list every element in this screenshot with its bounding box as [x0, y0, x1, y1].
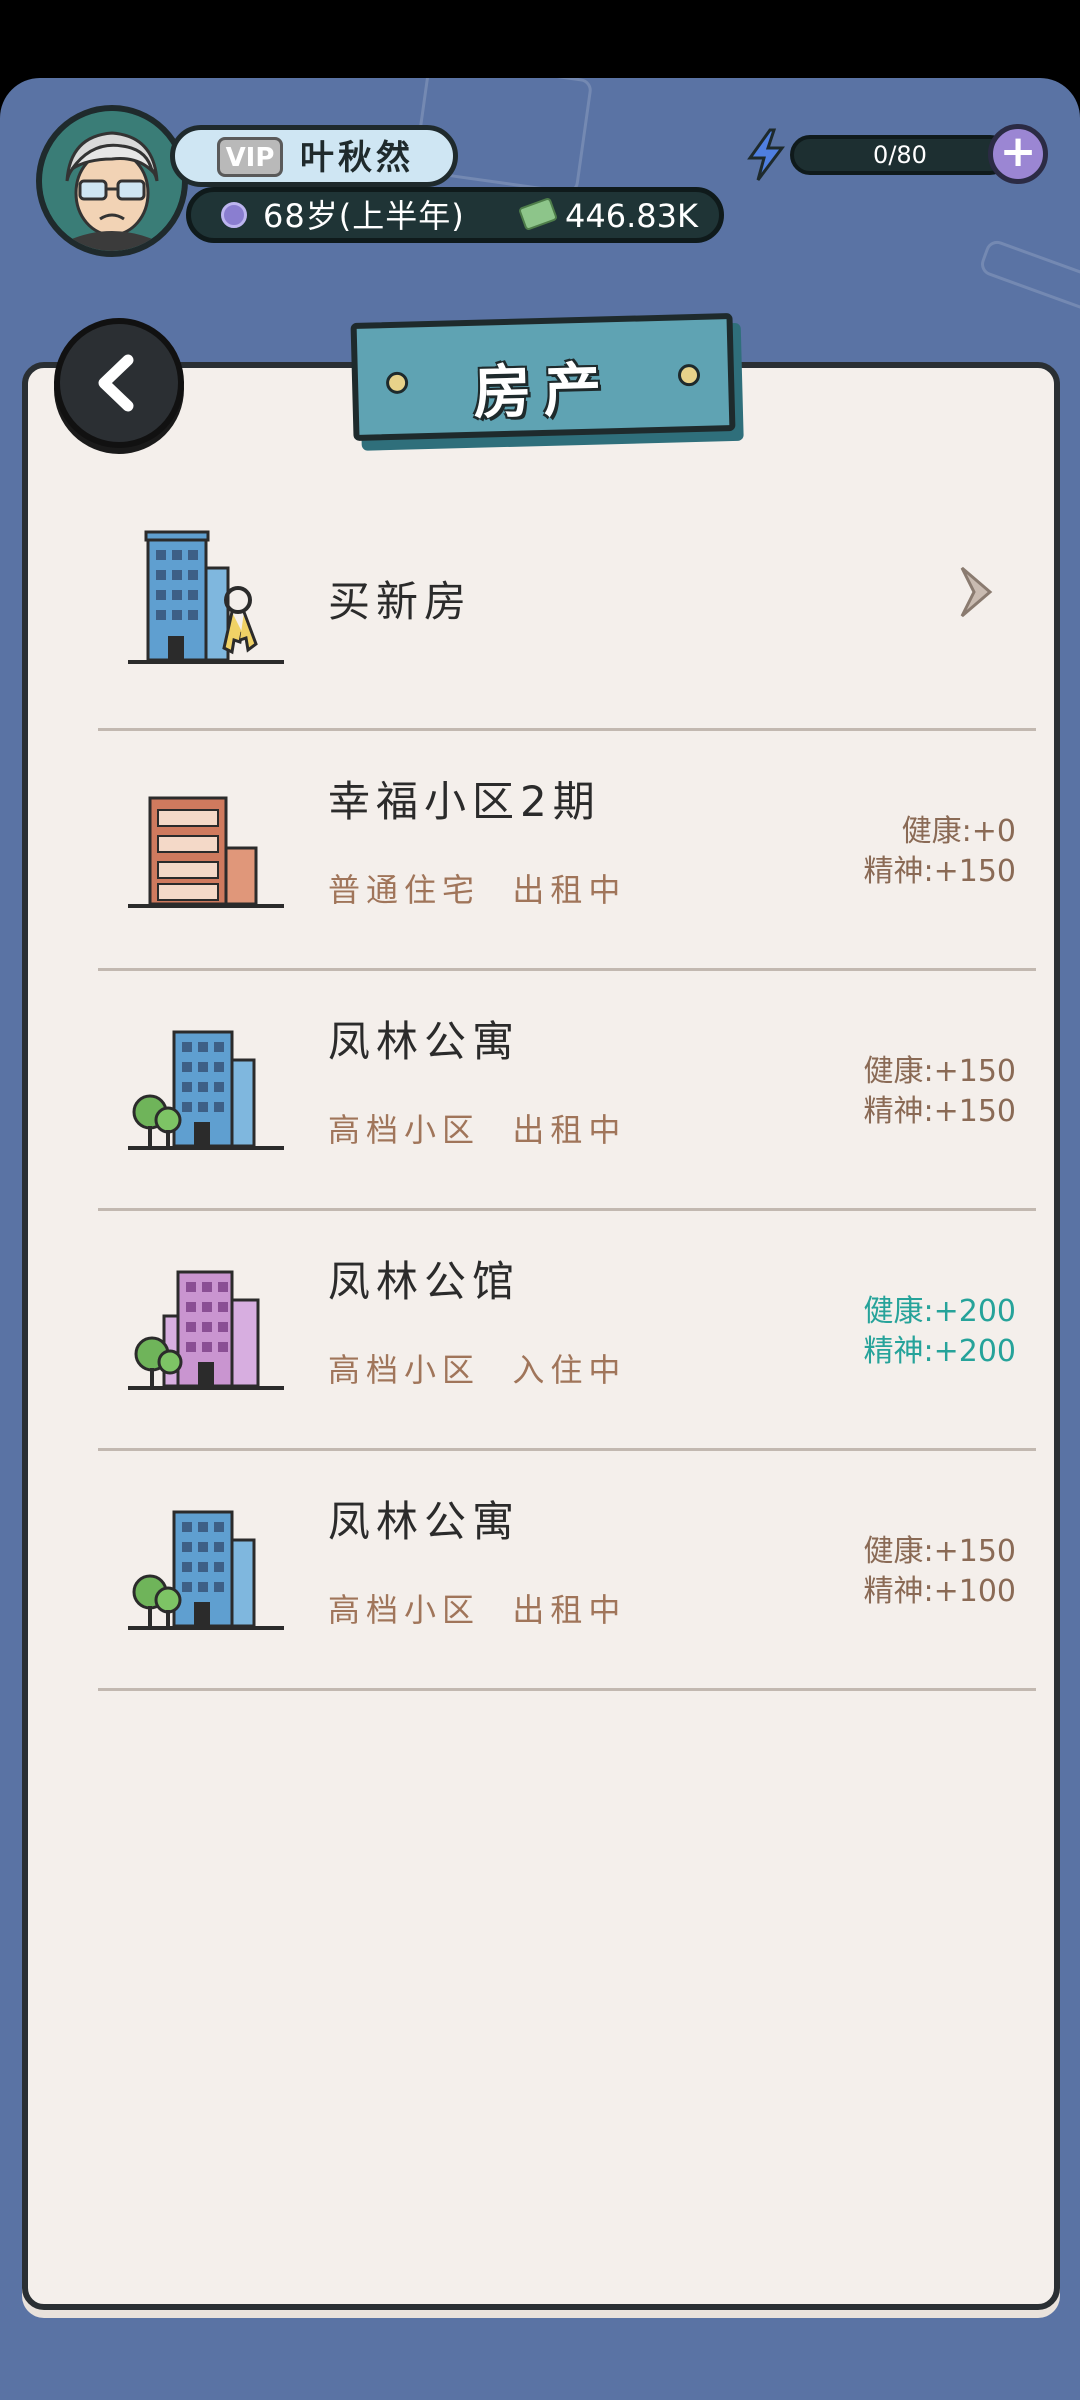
- property-row[interactable]: 凤林公馆 高档小区 入住中 健康:+200 精神:+200: [98, 1208, 1036, 1451]
- page-title: 房产: [472, 355, 615, 427]
- spirit-bonus: 精神:+150: [863, 1094, 1016, 1129]
- add-energy-button[interactable]: +: [988, 124, 1048, 184]
- title-banner: 房产: [350, 313, 736, 441]
- player-age: 68岁(上半年): [263, 197, 465, 235]
- property-row[interactable]: 凤林公寓 高档小区 出租中 健康:+150 精神:+100: [98, 1448, 1036, 1691]
- property-name: 凤林公寓: [328, 1017, 521, 1066]
- player-name-pill[interactable]: VIP 叶秋然: [170, 125, 458, 187]
- player-name: 叶秋然: [300, 138, 414, 178]
- property-status: 出租中: [512, 871, 627, 909]
- spirit-bonus: 精神:+150: [863, 854, 1016, 889]
- tower-with-tree-icon: [128, 1510, 284, 1630]
- spirit-bonus: 精神:+200: [863, 1334, 1016, 1369]
- mansion-with-tree-icon: [128, 1270, 284, 1390]
- cash-icon: [517, 196, 559, 232]
- chevron-right-icon: [960, 566, 993, 618]
- property-type: 高档小区: [328, 1351, 481, 1389]
- property-panel: 买新房 幸福小区2期 普通住宅 出租中 健康:+0 精神:+150 凤林公寓 高…: [22, 362, 1060, 2310]
- buy-new-house-row[interactable]: 买新房: [98, 468, 1036, 731]
- property-status: 出租中: [512, 1111, 627, 1149]
- property-type-status: 高档小区 出租中: [328, 1110, 626, 1150]
- property-bonus: 健康:+150 精神:+150: [863, 1052, 1016, 1132]
- property-type-status: 高档小区 出租中: [328, 1590, 626, 1630]
- background-doodle: [977, 237, 1080, 315]
- property-row[interactable]: 凤林公寓 高档小区 出租中 健康:+150 精神:+150: [98, 968, 1036, 1211]
- health-bonus: 健康:+150: [863, 1054, 1016, 1089]
- property-name: 凤林公馆: [328, 1257, 521, 1306]
- arrow-left-icon: [98, 354, 134, 412]
- property-row[interactable]: 幸福小区2期 普通住宅 出租中 健康:+0 精神:+150: [98, 728, 1036, 971]
- property-type-status: 高档小区 入住中: [328, 1350, 626, 1390]
- player-avatar[interactable]: [36, 105, 188, 257]
- clock-icon: [221, 202, 247, 228]
- player-stats-bar: 68岁(上半年) 446.83K: [186, 187, 724, 243]
- energy-bar: 0/80: [790, 135, 1010, 175]
- buy-new-house-label: 买新房: [328, 577, 473, 626]
- property-bonus-active: 健康:+200 精神:+200: [863, 1292, 1016, 1372]
- building-key-icon: [128, 530, 284, 664]
- player-money: 446.83K: [565, 197, 698, 235]
- property-bonus: 健康:+0 精神:+150: [863, 812, 1016, 892]
- avatar-portrait-icon: [42, 111, 182, 251]
- property-type: 高档小区: [328, 1591, 481, 1629]
- game-screen: VIP 叶秋然 68岁(上半年) 446.83K 0/80 + 买新房 幸福小区…: [0, 78, 1080, 2400]
- spirit-bonus: 精神:+100: [863, 1574, 1016, 1609]
- lightning-icon: [747, 128, 785, 181]
- property-status: 出租中: [512, 1591, 627, 1629]
- property-status: 入住中: [512, 1351, 627, 1389]
- tower-with-tree-icon: [128, 1030, 284, 1150]
- health-bonus: 健康:+200: [863, 1294, 1016, 1329]
- back-button[interactable]: [54, 318, 184, 448]
- property-bonus: 健康:+150 精神:+100: [863, 1532, 1016, 1612]
- vip-badge: VIP: [217, 137, 283, 177]
- property-type: 普通住宅: [328, 871, 481, 909]
- health-bonus: 健康:+0: [901, 814, 1016, 849]
- health-bonus: 健康:+150: [863, 1534, 1016, 1569]
- apartment-building-icon: [128, 796, 284, 908]
- property-type: 高档小区: [328, 1111, 481, 1149]
- property-name: 凤林公寓: [328, 1497, 521, 1546]
- property-name: 幸福小区2期: [328, 777, 601, 826]
- property-type-status: 普通住宅 出租中: [328, 870, 626, 910]
